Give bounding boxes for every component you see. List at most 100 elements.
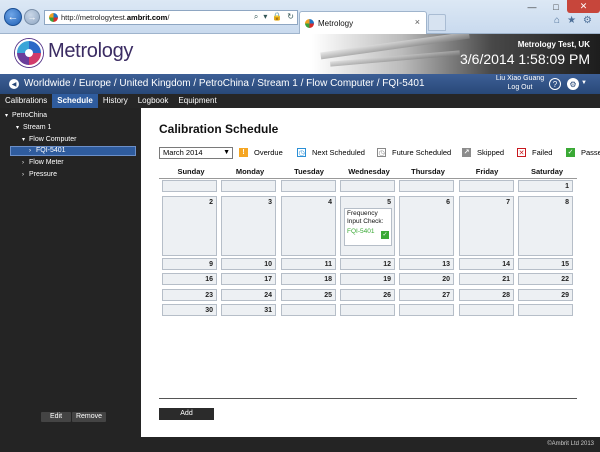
favorites-star-icon[interactable]: ★: [567, 15, 576, 26]
tab-equipment[interactable]: Equipment: [173, 94, 221, 108]
sidebar-footer: [0, 444, 141, 452]
tree-item-flow-computer[interactable]: ▾Flow Computer: [22, 135, 76, 145]
calendar-day-cell[interactable]: 13: [399, 258, 454, 270]
chevron-down-icon: ▼: [223, 148, 230, 158]
calendar-day-cell[interactable]: [221, 180, 276, 192]
calendar-day-cell[interactable]: 20: [399, 273, 454, 285]
refresh-icon[interactable]: ↻: [287, 12, 294, 22]
sidebar-tree: ▾PetroChina ▾Stream 1 ▾Flow Computer ›FQ…: [0, 108, 141, 444]
dropdown-icon[interactable]: ▾: [263, 12, 267, 22]
legend-label: Next Scheduled: [312, 148, 365, 157]
skipped-icon: ↗: [462, 148, 471, 157]
breadcrumb-back-icon[interactable]: ◀: [9, 79, 19, 89]
calendar-day-cell[interactable]: 17: [221, 273, 276, 285]
tab-history[interactable]: History: [98, 94, 133, 108]
calendar-day-cell[interactable]: 31: [221, 304, 276, 316]
app-header: Metrology Metrology Test, UK 3/6/2014 1:…: [0, 34, 600, 74]
calendar-day-number: 26: [383, 292, 391, 299]
calendar-day-cell[interactable]: [281, 304, 336, 316]
calendar-day-cell[interactable]: 9: [162, 258, 217, 270]
tab-calibrations[interactable]: Calibrations: [0, 94, 52, 108]
calendar-day-cell[interactable]: 12: [340, 258, 395, 270]
tree-item-fqi-5401[interactable]: ›FQI-5401: [29, 146, 66, 156]
calendar-event[interactable]: Frequency Input Check:FQI-5401✓: [344, 208, 392, 246]
breadcrumb[interactable]: Worldwide / Europe / United Kingdom / Pe…: [24, 78, 425, 89]
calendar-day-cell[interactable]: 23: [162, 289, 217, 301]
calendar-day-cell[interactable]: [340, 180, 395, 192]
new-tab-button[interactable]: [428, 14, 446, 31]
calendar-day-cell[interactable]: 5Frequency Input Check:FQI-5401✓: [340, 196, 395, 256]
month-select-value: March 2014: [163, 148, 203, 157]
calendar-day-cell[interactable]: 6: [399, 196, 454, 256]
calendar-day-cell[interactable]: 24: [221, 289, 276, 301]
help-icon[interactable]: ?: [549, 78, 561, 90]
month-select[interactable]: March 2014 ▼: [159, 147, 233, 159]
tab-schedule[interactable]: Schedule: [52, 94, 98, 108]
calendar-day-cell[interactable]: [340, 304, 395, 316]
logout-link[interactable]: Log Out: [480, 84, 560, 91]
address-bar[interactable]: http://metrologytest.ambrit.com/ ⌕ ▾ 🔒 ↻: [44, 10, 298, 25]
calendar-day-cell[interactable]: 4: [281, 196, 336, 256]
calendar-day-cell[interactable]: [399, 304, 454, 316]
calendar-day-cell[interactable]: 7: [459, 196, 514, 256]
remove-button[interactable]: Remove: [72, 412, 106, 422]
calendar-day-cell[interactable]: [399, 180, 454, 192]
back-arrow-icon[interactable]: ←: [4, 8, 22, 26]
calendar-day-number: 29: [561, 292, 569, 299]
tree-item-petrochina[interactable]: ▾PetroChina: [5, 111, 47, 121]
chevron-right-icon: ›: [22, 170, 29, 180]
minimize-icon[interactable]: —: [519, 0, 545, 13]
calendar-day-number: 23: [205, 292, 213, 299]
breadcrumb-bar: ◀ Worldwide / Europe / United Kingdom / …: [0, 74, 600, 94]
tab-close-icon[interactable]: ×: [415, 17, 420, 27]
calendar-day-cell[interactable]: 14: [459, 258, 514, 270]
calendar-day-cell[interactable]: 26: [340, 289, 395, 301]
tree-item-pressure[interactable]: ›Pressure: [22, 170, 57, 180]
lock-icon: 🔒: [272, 12, 282, 22]
failed-icon: ✕: [517, 148, 526, 157]
calendar-day-number: 21: [502, 276, 510, 283]
calendar-day-cell[interactable]: 29: [518, 289, 573, 301]
gear-icon[interactable]: ⚙: [583, 15, 592, 26]
search-icon[interactable]: ⌕: [254, 12, 258, 22]
home-icon[interactable]: ⌂: [554, 15, 560, 26]
calendar-day-cell[interactable]: 19: [340, 273, 395, 285]
calendar-day-number: 27: [442, 292, 450, 299]
tree-item-flow-meter[interactable]: ›Flow Meter: [22, 158, 64, 168]
edit-button[interactable]: Edit: [41, 412, 71, 422]
calendar-day-cell[interactable]: 18: [281, 273, 336, 285]
calendar-day-cell[interactable]: 25: [281, 289, 336, 301]
calendar-day-number: 3: [268, 199, 272, 206]
calendar-day-cell[interactable]: 30: [162, 304, 217, 316]
calendar-day-cell[interactable]: 1: [518, 180, 573, 192]
footer-copyright: ©Ambrit Ltd 2013: [141, 437, 600, 452]
add-button[interactable]: Add: [159, 408, 214, 420]
tab-logbook[interactable]: Logbook: [133, 94, 174, 108]
calendar-day-cell[interactable]: [518, 304, 573, 316]
calendar-day-cell[interactable]: [162, 180, 217, 192]
calendar-day-cell[interactable]: 2: [162, 196, 217, 256]
calendar-day-cell[interactable]: [459, 180, 514, 192]
calendar-day-cell[interactable]: [459, 304, 514, 316]
tree-item-label: Flow Meter: [29, 159, 64, 166]
site-favicon-icon: [49, 13, 58, 22]
calendar-day-number: 4: [328, 199, 332, 206]
close-window-icon[interactable]: ✕: [567, 0, 600, 13]
calendar-day-cell[interactable]: 3: [221, 196, 276, 256]
maximize-icon[interactable]: □: [545, 0, 567, 13]
chevron-down-icon[interactable]: ▼: [581, 80, 587, 86]
forward-arrow-icon[interactable]: →: [24, 9, 40, 25]
calendar-day-cell[interactable]: 11: [281, 258, 336, 270]
calendar-day-cell[interactable]: 28: [459, 289, 514, 301]
calendar-day-cell[interactable]: 8: [518, 196, 573, 256]
calendar-day-cell[interactable]: 21: [459, 273, 514, 285]
calendar-day-cell[interactable]: 22: [518, 273, 573, 285]
settings-icon[interactable]: ⚙: [567, 78, 579, 90]
browser-tab[interactable]: Metrology ×: [299, 11, 427, 34]
calendar-day-cell[interactable]: 27: [399, 289, 454, 301]
calendar-day-cell[interactable]: 10: [221, 258, 276, 270]
calendar-day-cell[interactable]: 15: [518, 258, 573, 270]
tree-item-stream-1[interactable]: ▾Stream 1: [16, 123, 51, 133]
calendar-day-cell[interactable]: 16: [162, 273, 217, 285]
calendar-day-cell[interactable]: [281, 180, 336, 192]
